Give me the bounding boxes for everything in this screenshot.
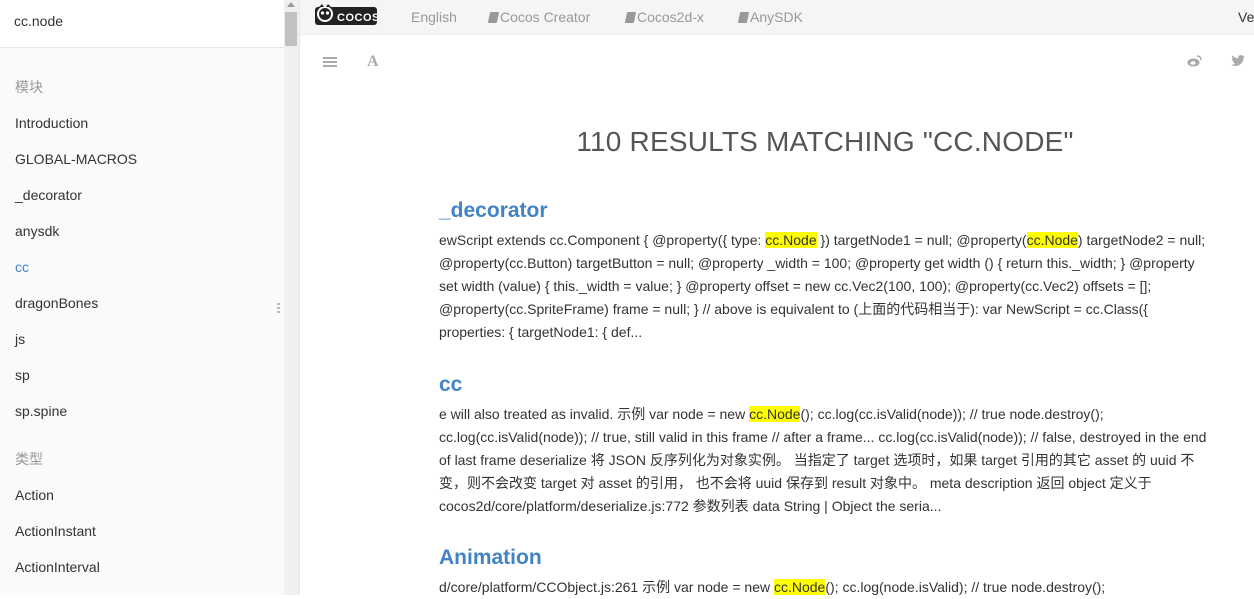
- nav-link-cocos-creator-label: Cocos Creator: [500, 9, 591, 25]
- nav-link-anysdk[interactable]: AnySDK: [737, 9, 803, 25]
- logo-text: COCOS: [337, 12, 380, 24]
- search-highlight: cc.Node: [773, 579, 826, 595]
- sidebar-item-dragonbones[interactable]: dragonBones: [0, 285, 284, 321]
- toggle-sidebar-icon[interactable]: [323, 57, 337, 69]
- search-highlight: cc.Node: [749, 406, 801, 422]
- sidebar-item-js[interactable]: js: [0, 321, 284, 357]
- search-highlight: cc.Node: [765, 232, 817, 248]
- result-title-link[interactable]: Animation: [439, 546, 1214, 570]
- book-icon: [487, 12, 500, 23]
- search-result: cc e will also treated as invalid. 示例 va…: [439, 373, 1214, 518]
- weibo-icon[interactable]: [1187, 55, 1202, 67]
- sidebar-item-introduction[interactable]: Introduction: [0, 105, 284, 141]
- nav-link-english[interactable]: English: [411, 9, 457, 25]
- nav-link-cocos-creator[interactable]: Cocos Creator: [487, 9, 591, 25]
- sidebar-item-global-macros[interactable]: GLOBAL-MACROS: [0, 141, 284, 177]
- sidebar: 模块 IntroductionGLOBAL-MACROS_decoratorany…: [0, 0, 284, 595]
- font-settings-icon[interactable]: A: [367, 53, 379, 71]
- sidebar-item-anysdk[interactable]: anysdk: [0, 213, 284, 249]
- nav-section-gap: [0, 429, 284, 441]
- nav-section-header: 类型: [15, 451, 43, 467]
- search-input[interactable]: [14, 13, 274, 29]
- nav-section-header: 模块: [15, 79, 43, 95]
- result-snippet: d/core/platform/CCObject.js:261 示例 var n…: [439, 579, 1106, 595]
- sidebar-item-actioninterval[interactable]: ActionInterval: [0, 549, 284, 585]
- book-icon: [737, 12, 750, 23]
- sidebar-scrollbar[interactable]: [284, 0, 300, 595]
- book-icon: [624, 12, 637, 23]
- sidebar-item-sp[interactable]: sp: [0, 357, 284, 393]
- resize-handle[interactable]: [277, 303, 280, 317]
- result-snippet: ewScript extends cc.Component { @propert…: [439, 232, 1206, 340]
- sidebar-item-decorator[interactable]: _decorator: [0, 177, 284, 213]
- search-box: [0, 0, 284, 48]
- nav-link-cocos2d-x-label: Cocos2d-x: [637, 9, 704, 25]
- sidebar-item-actioninstant[interactable]: ActionInstant: [0, 513, 284, 549]
- sidebar-item-action[interactable]: Action: [0, 477, 284, 513]
- nav-link-anysdk-label: AnySDK: [750, 9, 803, 25]
- search-result: Animation d/core/platform/CCObject.js:26…: [439, 546, 1214, 599]
- twitter-icon[interactable]: [1231, 55, 1245, 67]
- nav-link-cocos2d-x[interactable]: Cocos2d-x: [624, 9, 704, 25]
- result-snippet: e will also treated as invalid. 示例 var n…: [439, 406, 1207, 514]
- scroll-thumb[interactable]: [285, 12, 297, 46]
- result-title-link[interactable]: _decorator: [439, 199, 1214, 223]
- cocos-logo[interactable]: COCOS: [315, 3, 379, 29]
- version-selector[interactable]: Ve: [1238, 9, 1254, 25]
- sidebar-nav: 模块 Introduction GLOBAL-MACROS _decorator any…: [0, 48, 284, 585]
- sidebar-item-cc[interactable]: cc: [0, 249, 284, 285]
- search-result: _decorator ewScript extends cc.Component…: [439, 199, 1214, 344]
- scroll-up-arrow-icon[interactable]: [287, 2, 295, 7]
- result-title-link[interactable]: cc: [439, 373, 1214, 397]
- top-navbar: COCOS English Cocos Creator Cocos2d-x An…: [300, 0, 1254, 35]
- search-highlight: cc.Node: [1026, 232, 1078, 248]
- sidebar-item-sp-spine[interactable]: sp.spine: [0, 393, 284, 429]
- results-heading: 110 RESULTS MATCHING "CC.NODE": [576, 126, 1074, 157]
